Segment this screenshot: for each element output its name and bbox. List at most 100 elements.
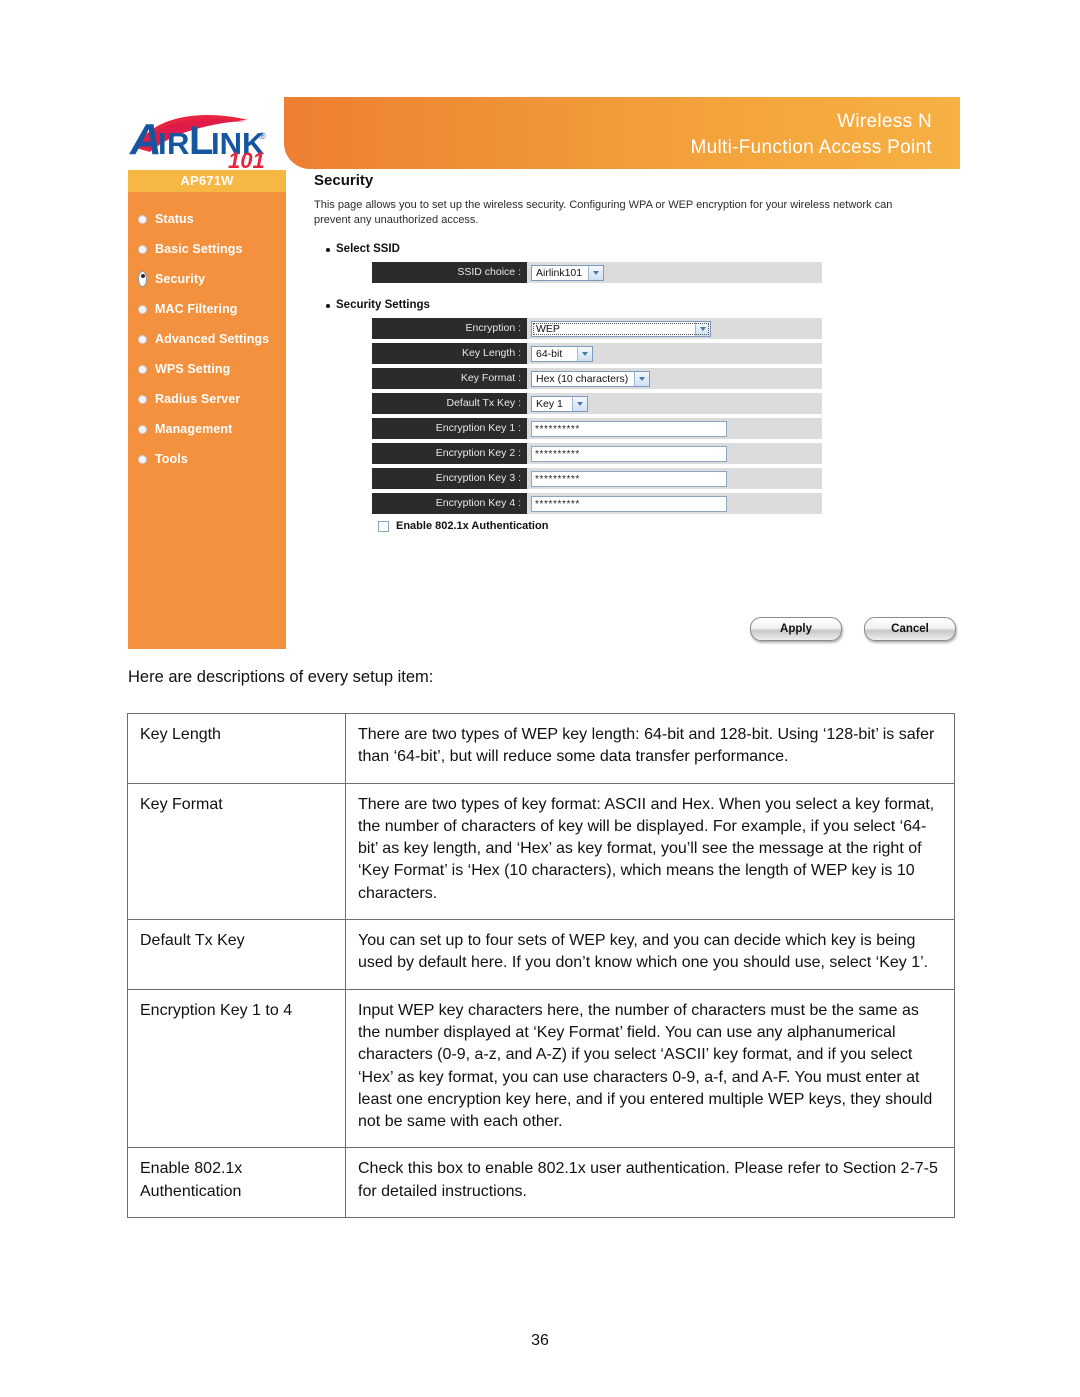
form-row-encryption-key-4: Encryption Key 4 : **********	[372, 493, 822, 514]
sidebar-model-label: AP671W	[128, 170, 286, 192]
key-length-label: Key Length :	[372, 343, 527, 364]
default-tx-key-select[interactable]: Key 1	[531, 395, 588, 412]
radio-icon	[138, 244, 147, 254]
page-description: This page allows you to set up the wirel…	[314, 199, 893, 226]
encryption-key-4-label: Encryption Key 4 :	[372, 493, 527, 514]
encryption-key-4-control: **********	[527, 493, 822, 514]
table-row: Key Format There are two types of key fo…	[127, 782, 955, 921]
svg-text:®: ®	[259, 131, 266, 141]
apply-button[interactable]: Apply	[750, 617, 842, 641]
radio-icon	[138, 364, 147, 374]
section-heading-select-ssid: Select SSID	[326, 243, 960, 255]
sidebar-item-label: Tools	[155, 452, 188, 466]
radio-icon	[138, 424, 147, 434]
encryption-key-3-label: Encryption Key 3 :	[372, 468, 527, 489]
ssid-choice-value: Airlink101	[536, 266, 583, 279]
radio-icon	[138, 394, 147, 404]
sidebar-item-advanced-settings[interactable]: Advanced Settings	[128, 324, 286, 354]
encryption-value: WEP	[536, 322, 560, 335]
encryption-key-1-label: Encryption Key 1 :	[372, 418, 527, 439]
chevron-down-icon	[577, 346, 592, 361]
product-line-title: Wireless N	[837, 111, 932, 132]
chevron-down-icon	[572, 396, 587, 411]
cancel-button[interactable]: Cancel	[864, 617, 956, 641]
sidebar-item-label: MAC Filtering	[155, 302, 238, 316]
sidebar-item-basic-settings[interactable]: Basic Settings	[128, 234, 286, 264]
sidebar-item-label: WPS Setting	[155, 362, 231, 376]
action-buttons: Apply Cancel	[750, 617, 956, 641]
security-settings-form-rows: Encryption : WEP Key Length : 64-bit Key…	[372, 318, 960, 532]
ssid-choice-select[interactable]: Airlink101	[531, 264, 605, 281]
term-cell: Enable 802.1x Authentication	[127, 1147, 346, 1219]
description-cell: There are two types of WEP key length: 6…	[345, 713, 955, 784]
sidebar-item-radius-server[interactable]: Radius Server	[128, 384, 286, 414]
section-heading-security-settings: Security Settings	[326, 299, 960, 311]
bullet-icon	[326, 304, 330, 308]
encryption-key-2-input[interactable]: **********	[531, 445, 727, 462]
key-format-control: Hex (10 characters)	[527, 368, 822, 389]
term-cell: Default Tx Key	[127, 919, 346, 990]
key-format-select[interactable]: Hex (10 characters)	[531, 370, 651, 387]
airlink-logo: A I R L INK ® 101	[128, 102, 286, 170]
encryption-key-2-label: Encryption Key 2 :	[372, 443, 527, 464]
enable-8021x-checkbox[interactable]	[378, 520, 389, 532]
svg-text:101: 101	[228, 148, 265, 170]
ssid-form-rows: SSID choice : Airlink101	[372, 262, 960, 283]
svg-text:I: I	[158, 126, 167, 161]
bullet-icon	[326, 248, 330, 252]
sidebar-item-label: Management	[155, 422, 233, 436]
default-tx-key-label: Default Tx Key :	[372, 393, 527, 414]
svg-text:R: R	[167, 126, 189, 161]
sidebar-item-wps-setting[interactable]: WPS Setting	[128, 354, 286, 384]
radio-icon	[138, 214, 147, 224]
form-row-encryption-key-1: Encryption Key 1 : **********	[372, 418, 822, 439]
table-row: Default Tx Key You can set up to four se…	[127, 919, 955, 990]
chevron-down-icon	[634, 371, 650, 386]
sidebar-item-label: Status	[155, 212, 194, 226]
description-cell: You can set up to four sets of WEP key, …	[345, 919, 955, 990]
svg-text:L: L	[189, 119, 213, 163]
sidebar-item-tools[interactable]: Tools	[128, 444, 286, 474]
airlink-logo-svg: A I R L INK ® 101	[129, 115, 266, 170]
form-row-ssid-choice: SSID choice : Airlink101	[372, 262, 822, 283]
encryption-key-1-control: **********	[527, 418, 822, 439]
page-number: 36	[531, 1332, 549, 1349]
table-row: Key Length There are two types of WEP ke…	[127, 713, 955, 784]
svg-text:A: A	[129, 115, 162, 164]
key-format-label: Key Format :	[372, 368, 527, 389]
device-web-ui-screenshot: A I R L INK ® 101 Wireless N Multi-Funct…	[128, 97, 960, 649]
term-cell: Key Format	[127, 782, 346, 921]
encryption-key-3-input[interactable]: **********	[531, 470, 727, 487]
sidebar-nav: AP671W Status Basic Settings Security MA…	[128, 170, 286, 649]
sidebar-item-mac-filtering[interactable]: MAC Filtering	[128, 294, 286, 324]
enable-8021x-label: Enable 802.1x Authentication	[396, 520, 549, 532]
section-heading-text: Security Settings	[336, 299, 430, 311]
product-model-title: Multi-Function Access Point	[690, 137, 932, 158]
sidebar-item-status[interactable]: Status	[128, 204, 286, 234]
sidebar-item-label: Advanced Settings	[155, 332, 270, 346]
chevron-down-icon	[588, 265, 604, 280]
encryption-select[interactable]: WEP	[531, 320, 711, 337]
encryption-key-2-control: **********	[527, 443, 822, 464]
form-row-encryption-key-2: Encryption Key 2 : **********	[372, 443, 822, 464]
ssid-choice-control: Airlink101	[527, 262, 822, 283]
table-row: Enable 802.1x Authentication Check this …	[127, 1147, 955, 1219]
sidebar-item-security[interactable]: Security	[128, 264, 286, 294]
sidebar-item-management[interactable]: Management	[128, 414, 286, 444]
key-length-select[interactable]: 64-bit	[531, 345, 593, 362]
form-row-encryption: Encryption : WEP	[372, 318, 822, 339]
ssid-choice-label: SSID choice :	[372, 262, 527, 283]
description-cell: Check this box to enable 802.1x user aut…	[345, 1147, 955, 1219]
encryption-control: WEP	[527, 318, 822, 339]
encryption-key-3-control: **********	[527, 468, 822, 489]
default-tx-key-control: Key 1	[527, 393, 822, 414]
main-content-pane: Security This page allows you to set up …	[314, 172, 960, 649]
sidebar-nav-list: Status Basic Settings Security MAC Filte…	[128, 192, 286, 474]
sidebar-item-label: Basic Settings	[155, 242, 243, 256]
encryption-key-4-input[interactable]: **********	[531, 495, 727, 512]
radio-icon	[138, 334, 147, 344]
default-tx-key-value: Key 1	[536, 397, 563, 410]
document-intro-text: Here are descriptions of every setup ite…	[128, 668, 434, 686]
encryption-key-1-input[interactable]: **********	[531, 420, 727, 437]
section-heading-text: Select SSID	[336, 243, 400, 255]
